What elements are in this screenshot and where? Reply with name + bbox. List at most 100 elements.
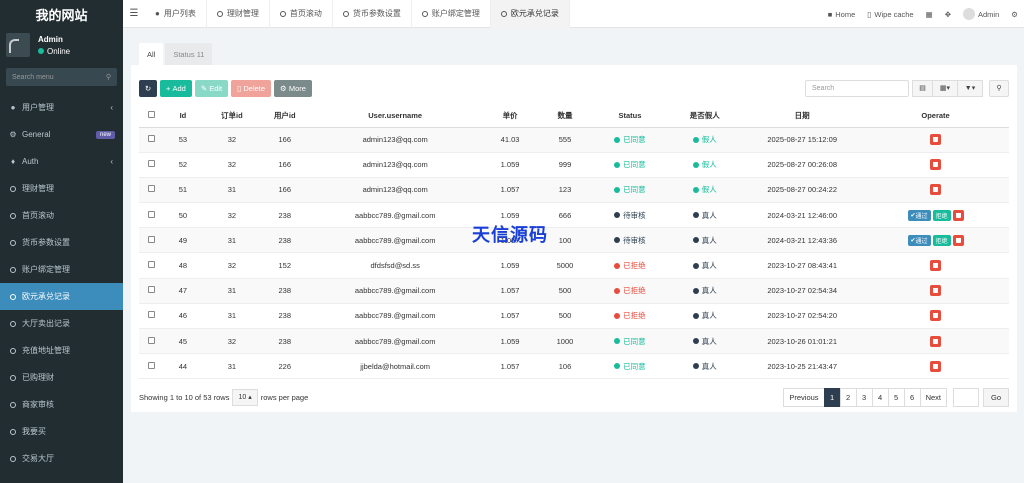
add-button[interactable]: + Add — [160, 79, 192, 97]
sidebar-item-0[interactable]: ● 用户管理 ‹ — [0, 94, 123, 121]
column-header[interactable]: Id — [163, 104, 202, 128]
column-header[interactable]: Status — [592, 104, 668, 128]
row-checkbox[interactable] — [147, 135, 155, 143]
reject-button[interactable]: 拒绝 — [932, 234, 951, 246]
row-checkbox[interactable] — [147, 361, 155, 369]
table-row[interactable]: 44 31 226 jjbelda@hotmail.com 1.057 106 已同意 真人 2… — [139, 353, 1009, 380]
tab-3[interactable]: 货币参数设置 — [333, 0, 412, 28]
edit-button[interactable]: ✎ Edit — [194, 79, 229, 97]
sidebar-item-12[interactable]: 我要买 — [0, 418, 123, 445]
export-icon[interactable]: ▼▾ — [957, 79, 983, 97]
table-row[interactable]: 47 31 238 aabbcc789.@gmail.com 1.057 500 已拒绝 真人… — [139, 278, 1009, 304]
page-button[interactable]: 6 — [903, 387, 921, 407]
search-icon[interactable]: ⚲ — [989, 79, 1009, 97]
sidebar-item-13[interactable]: 交易大厅 — [0, 445, 123, 472]
column-header[interactable]: 日期 — [742, 104, 863, 128]
column-header[interactable]: Operate — [862, 104, 1009, 128]
brand-title[interactable]: 我的网站 — [0, 0, 123, 28]
toggle-view-icon[interactable]: ▤ — [912, 79, 933, 97]
sidebar-item-7[interactable]: 欧元承兑记录 — [0, 283, 123, 310]
more-button[interactable]: ⚙ More — [274, 79, 312, 97]
sidebar-item-11[interactable]: 商家审核 — [0, 391, 123, 418]
table-search-input[interactable]: Search — [805, 79, 909, 97]
table-row[interactable]: 49 31 238 aabbcc789.@gmail.com 1.057 100 待审核 真人… — [139, 227, 1009, 254]
delete-row-button[interactable] — [930, 335, 942, 347]
reject-button[interactable]: 拒绝 — [932, 209, 951, 221]
sidebar-item-9[interactable]: 充值地址管理 — [0, 337, 123, 364]
sidebar-item-4[interactable]: 首页滚动 — [0, 202, 123, 229]
home-link[interactable]: ■ Home — [828, 10, 856, 19]
sidebar-item-1[interactable]: ⚙ General new — [0, 121, 123, 148]
tab-2[interactable]: 首页滚动 — [270, 0, 333, 28]
sidebar-item-3[interactable]: 理财管理 — [0, 175, 123, 202]
goto-page-input[interactable] — [952, 387, 979, 407]
sidebar-item-5[interactable]: 货币参数设置 — [0, 229, 123, 256]
settings-gear-icon[interactable]: ⚙ — [1011, 10, 1018, 19]
search-icon[interactable]: ⚲ — [106, 73, 111, 81]
tab-5[interactable]: 欧元承兑记录 — [490, 0, 570, 28]
column-header[interactable]: User.username — [307, 104, 483, 128]
row-checkbox[interactable] — [147, 210, 155, 218]
delete-row-button[interactable] — [930, 260, 942, 272]
go-button[interactable]: Go — [982, 387, 1009, 407]
delete-row-button[interactable] — [952, 234, 964, 246]
column-header[interactable]: 数量 — [537, 104, 593, 128]
sidebar-item-2[interactable]: ♦ Auth ‹ — [0, 148, 123, 175]
language-icon[interactable]: ▦ — [926, 10, 933, 19]
delete-button[interactable]: ▯ Delete — [231, 79, 272, 97]
refresh-button[interactable]: ↻ — [139, 79, 157, 97]
delete-row-button[interactable] — [930, 360, 942, 372]
delete-row-button[interactable] — [930, 134, 942, 146]
table-row[interactable]: 51 31 166 admin123@qq.com 1.057 123 已同意 假人 2025-… — [139, 177, 1009, 204]
wipe-cache-button[interactable]: ▯ Wipe cache — [867, 10, 913, 19]
next-page-button[interactable]: Next — [919, 387, 947, 407]
row-checkbox[interactable] — [147, 235, 155, 243]
previous-page-button[interactable]: Previous — [783, 387, 825, 407]
tab-4[interactable]: 账户绑定管理 — [412, 0, 491, 28]
tab-1[interactable]: 理财管理 — [207, 0, 270, 28]
delete-row-button[interactable] — [930, 285, 942, 297]
table-row[interactable]: 50 32 238 aabbcc789.@gmail.com 1.059 666 待审核 真人… — [139, 202, 1009, 229]
row-checkbox[interactable] — [147, 160, 155, 168]
page-button[interactable]: 2 — [839, 387, 857, 407]
approve-button[interactable]: ✔ 通过 — [907, 234, 931, 246]
row-checkbox[interactable] — [147, 311, 155, 319]
sidebar-item-8[interactable]: 大厅卖出记录 — [0, 310, 123, 337]
sidebar-item-10[interactable]: 已购理财 — [0, 364, 123, 391]
fullscreen-icon[interactable]: ✥ — [945, 10, 951, 19]
delete-row-button[interactable] — [952, 209, 964, 221]
sidebar-search-input[interactable]: Search menu ⚲ — [6, 68, 117, 86]
page-button[interactable]: 3 — [855, 387, 873, 407]
delete-row-button[interactable] — [930, 184, 942, 196]
column-header[interactable]: 用户id — [261, 104, 308, 128]
table-row[interactable]: 46 31 238 aabbcc789.@gmail.com 1.057 500 已拒绝 真人… — [139, 303, 1009, 330]
tab-0[interactable]: ● 用户列表 — [145, 0, 207, 28]
table-row[interactable]: 45 32 238 aabbcc789.@gmail.com 1.059 1000 已同意 真… — [139, 328, 1009, 355]
row-checkbox[interactable] — [147, 286, 155, 294]
column-header[interactable]: 单价 — [482, 104, 538, 128]
delete-row-button[interactable] — [930, 310, 942, 322]
table-row[interactable]: 53 32 166 admin123@qq.com 41.03 555 已同意 假人 2025-… — [139, 127, 1009, 153]
subtab-all[interactable]: All — [139, 43, 164, 65]
page-button[interactable]: 1 — [823, 387, 841, 407]
column-header[interactable]: 是否假人 — [667, 104, 743, 128]
column-header[interactable]: 订单id — [201, 104, 262, 128]
page-button[interactable]: 4 — [871, 387, 889, 407]
approve-button[interactable]: ✔ 通过 — [907, 209, 931, 221]
menu-toggle-icon[interactable]: ☰ — [123, 8, 145, 19]
table-row[interactable]: 52 32 166 admin123@qq.com 1.059 999 已同意 假人 2025-… — [139, 152, 1009, 178]
page-button[interactable]: 5 — [887, 387, 905, 407]
subtab-status-11[interactable]: Status 11 — [165, 43, 213, 65]
delete-row-button[interactable] — [930, 159, 942, 171]
fake-badge: 真人 — [692, 336, 717, 347]
row-checkbox[interactable] — [147, 336, 155, 344]
table-row[interactable]: 48 32 152 dfdsfsd@sd.ss 1.059 5000 已拒绝 真人 2023-1… — [139, 252, 1009, 279]
cell-qty: 500 — [537, 278, 593, 304]
sidebar-item-6[interactable]: 账户绑定管理 — [0, 256, 123, 283]
admin-menu[interactable]: Admin — [963, 8, 999, 20]
row-checkbox[interactable] — [147, 261, 155, 269]
page-size-select[interactable]: 10 ▴ — [232, 388, 258, 406]
select-all-checkbox[interactable] — [147, 110, 155, 118]
row-checkbox[interactable] — [147, 185, 155, 193]
columns-icon[interactable]: ▦▾ — [932, 79, 958, 97]
